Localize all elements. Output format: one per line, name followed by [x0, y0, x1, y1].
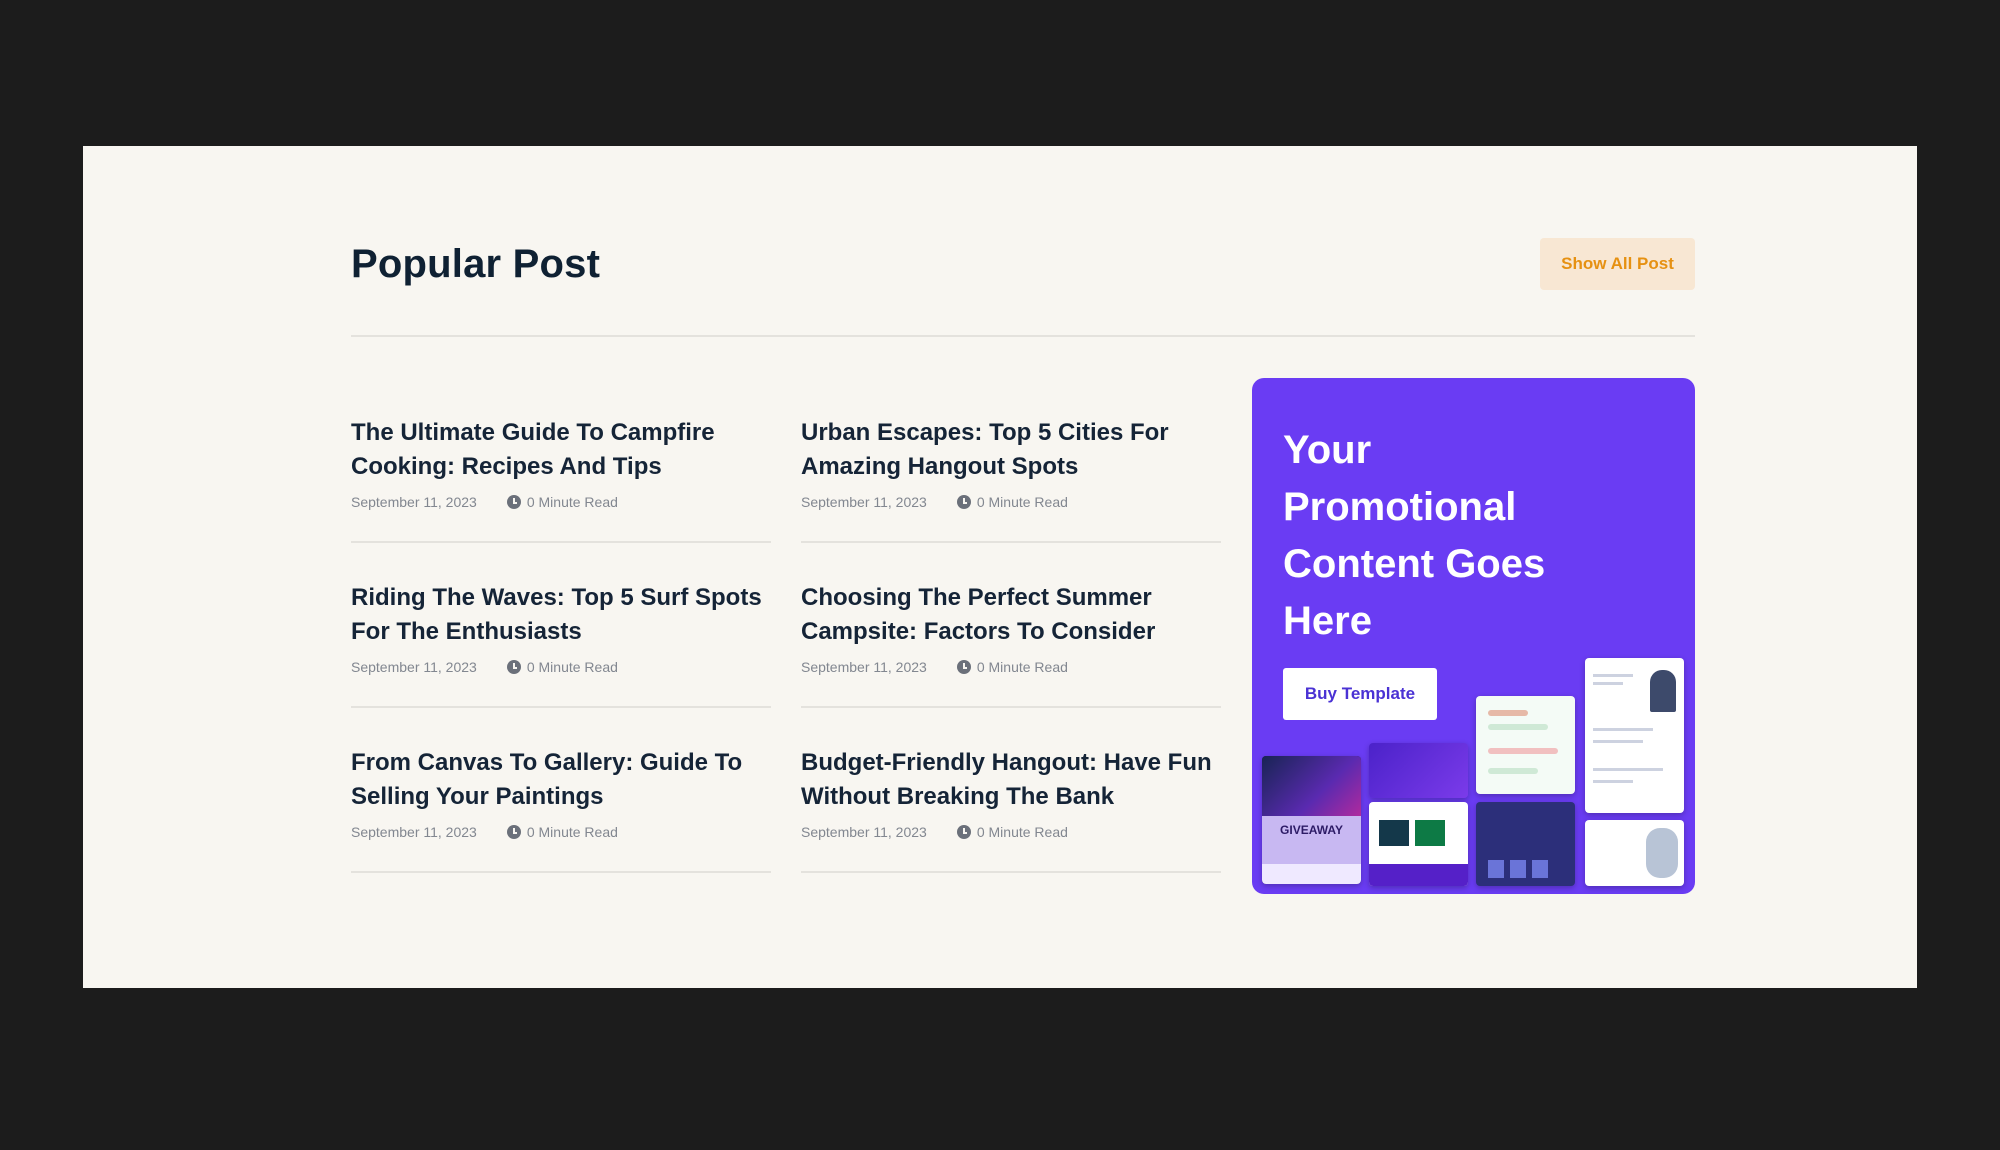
post-title-link[interactable]: Choosing The Perfect Summer Campsite: Fa… — [801, 581, 1221, 649]
post-meta: September 11, 2023 0 Minute Read — [351, 494, 618, 510]
clock-icon — [506, 495, 521, 509]
clock-icon — [956, 495, 971, 509]
template-thumbnail — [1585, 658, 1684, 813]
post-title-link[interactable]: Budget-Friendly Hangout: Have Fun Withou… — [801, 746, 1221, 814]
post-date: September 11, 2023 — [351, 659, 477, 675]
template-thumbnail — [1369, 802, 1468, 886]
template-thumbnail — [1585, 820, 1684, 886]
show-all-post-button[interactable]: Show All Post — [1540, 238, 1695, 290]
clock-icon — [956, 825, 971, 839]
post-meta: September 11, 2023 0 Minute Read — [801, 824, 1068, 840]
post-date: September 11, 2023 — [801, 659, 927, 675]
post-card: The Ultimate Guide To Campfire Cooking: … — [351, 378, 771, 543]
post-card: Budget-Friendly Hangout: Have Fun Withou… — [801, 708, 1221, 873]
read-time: 0 Minute Read — [526, 659, 618, 675]
template-thumbnail: GIVEAWAY — [1262, 756, 1361, 884]
clock-icon — [506, 825, 521, 839]
post-title-link[interactable]: The Ultimate Guide To Campfire Cooking: … — [351, 416, 771, 484]
post-meta: September 11, 2023 0 Minute Read — [351, 659, 618, 675]
post-meta: September 11, 2023 0 Minute Read — [801, 494, 1068, 510]
promo-heading: Your Promotional Content Goes Here — [1283, 428, 1546, 643]
template-thumbnail — [1476, 802, 1575, 886]
read-time: 0 Minute Read — [526, 494, 618, 510]
post-card: From Canvas To Gallery: Guide To Selling… — [351, 708, 771, 873]
post-title-link[interactable]: Urban Escapes: Top 5 Cities For Amazing … — [801, 416, 1221, 484]
post-date: September 11, 2023 — [801, 824, 927, 840]
post-card: Choosing The Perfect Summer Campsite: Fa… — [801, 543, 1221, 708]
post-title-link[interactable]: From Canvas To Gallery: Guide To Selling… — [351, 746, 771, 814]
post-title-link[interactable]: Riding The Waves: Top 5 Surf Spots For T… — [351, 581, 771, 649]
clock-icon — [956, 660, 971, 674]
post-card: Urban Escapes: Top 5 Cities For Amazing … — [801, 378, 1221, 543]
buy-template-button[interactable]: Buy Template — [1283, 668, 1437, 720]
post-date: September 11, 2023 — [351, 494, 477, 510]
section-container: Popular Post Show All Post The Ultimate … — [351, 146, 1695, 988]
divider — [351, 335, 1695, 337]
post-card: Riding The Waves: Top 5 Surf Spots For T… — [351, 543, 771, 708]
read-time: 0 Minute Read — [976, 494, 1068, 510]
section-title: Popular Post — [351, 242, 601, 286]
post-meta: September 11, 2023 0 Minute Read — [351, 824, 618, 840]
popular-post-section: Popular Post Show All Post The Ultimate … — [83, 146, 1917, 988]
read-time: 0 Minute Read — [976, 824, 1068, 840]
read-time: 0 Minute Read — [976, 659, 1068, 675]
read-time: 0 Minute Read — [526, 824, 618, 840]
post-meta: September 11, 2023 0 Minute Read — [801, 659, 1068, 675]
template-thumbnail — [1476, 696, 1575, 794]
post-date: September 11, 2023 — [801, 494, 927, 510]
post-date: September 11, 2023 — [351, 824, 477, 840]
promo-banner: Your Promotional Content Goes Here Buy T… — [1252, 378, 1695, 894]
template-thumbnail — [1369, 743, 1468, 798]
clock-icon — [506, 660, 521, 674]
giveaway-text: GIVEAWAY — [1280, 823, 1343, 837]
